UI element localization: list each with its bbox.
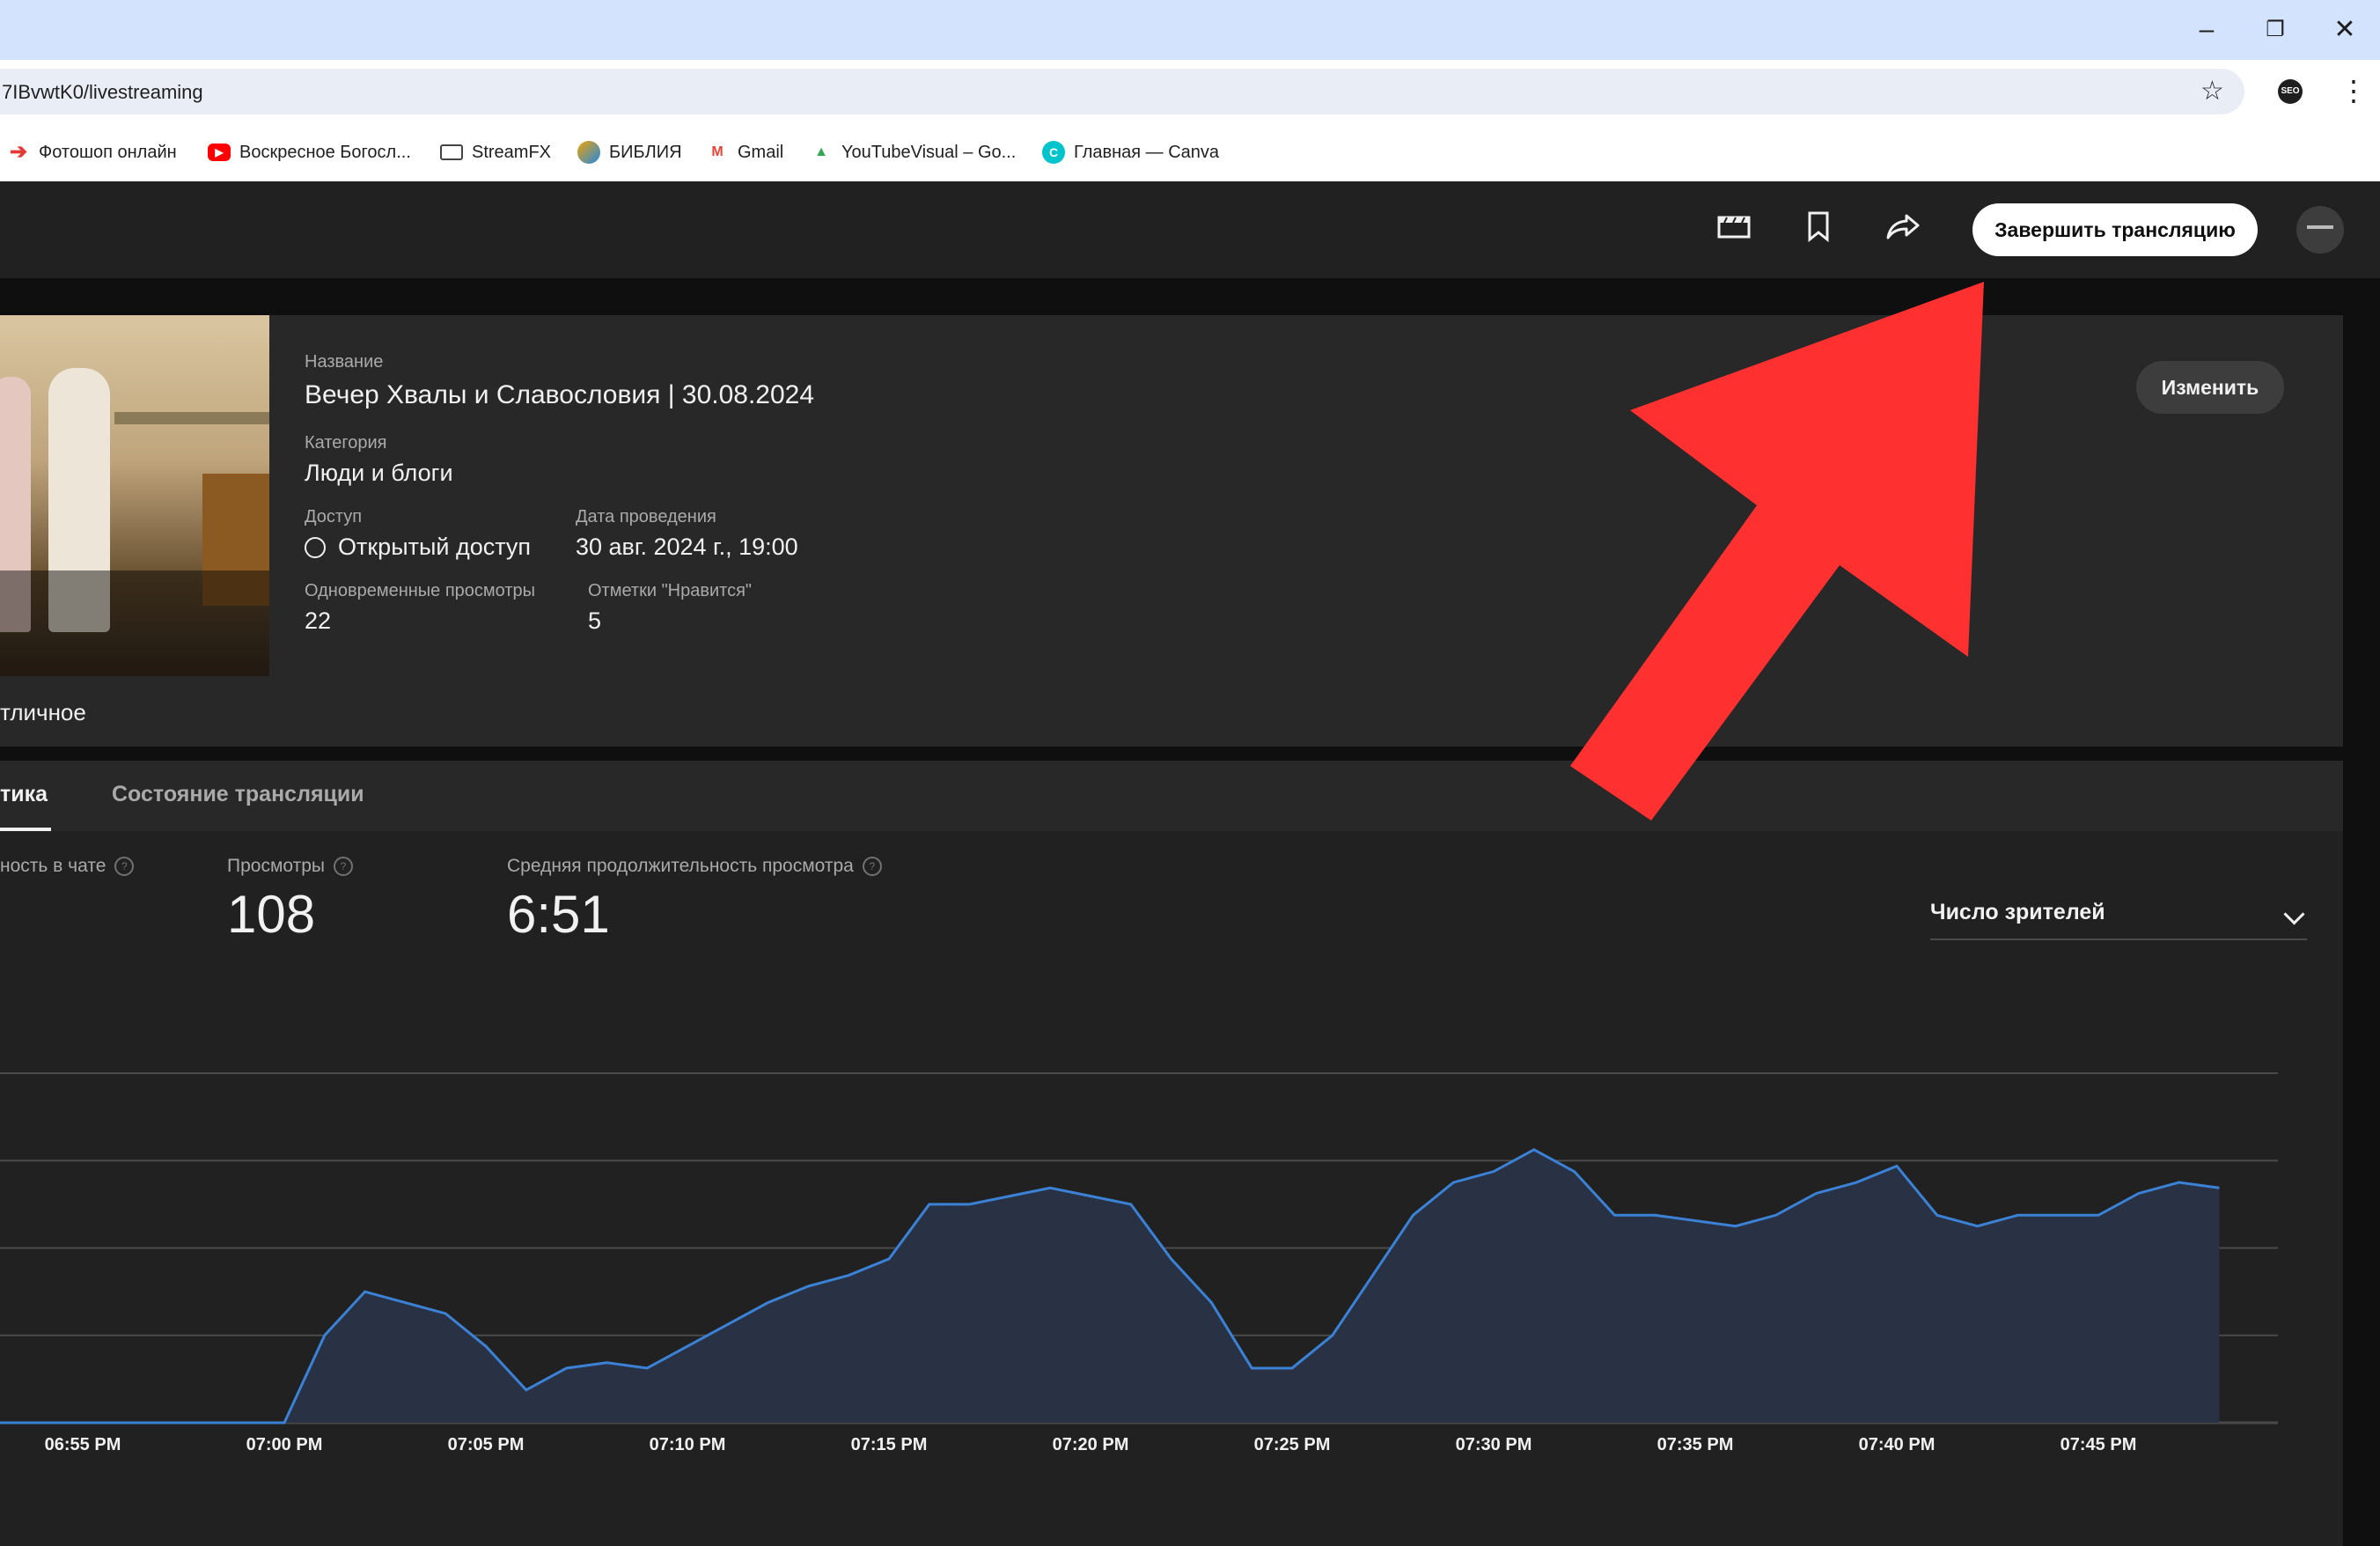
red-arrow-annotation [1570,282,1984,821]
